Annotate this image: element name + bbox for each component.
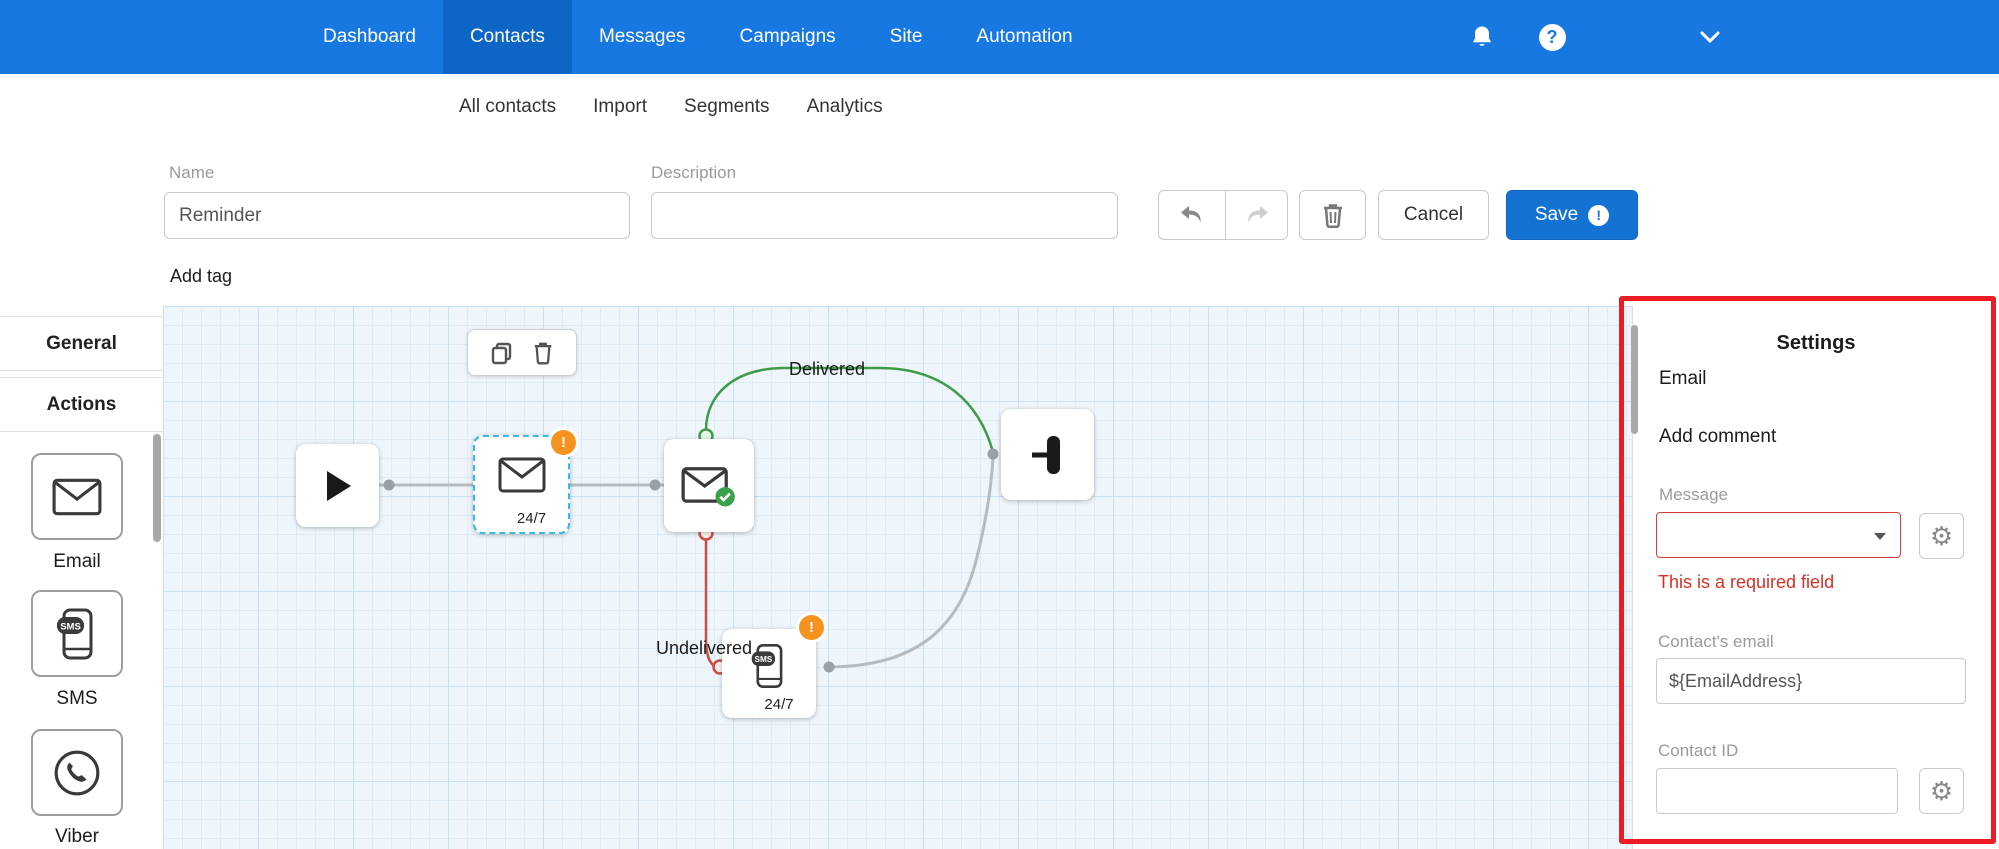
delivered-branch-label: Delivered xyxy=(789,359,866,379)
notifications-bell-icon[interactable] xyxy=(1462,0,1502,74)
trash-icon xyxy=(1323,204,1342,228)
redo-button[interactable] xyxy=(1225,190,1288,240)
nav-site[interactable]: Site xyxy=(863,0,950,74)
subnav-analytics[interactable]: Analytics xyxy=(807,96,883,118)
contact-id-label: Contact ID xyxy=(1658,741,1739,760)
name-label: Name xyxy=(169,163,215,182)
nav-dashboard[interactable]: Dashboard xyxy=(296,0,443,74)
add-tag-link[interactable]: Add tag xyxy=(170,266,232,287)
main-nav: Dashboard Contacts Messages Campaigns Si… xyxy=(296,0,1999,74)
gear-icon: ⚙ xyxy=(1929,776,1954,806)
nav-messages[interactable]: Messages xyxy=(572,0,713,74)
sms-icon: SMS xyxy=(751,643,783,688)
settings-panel: Settings Email Add comment Message ⚙ Thi… xyxy=(1631,306,1999,849)
palette-email-block[interactable] xyxy=(31,453,123,540)
palette-email-label: Email xyxy=(53,551,101,572)
palette-viber-label: Viber xyxy=(54,826,99,847)
settings-block-type-label: Email xyxy=(1659,368,1707,389)
start-node[interactable] xyxy=(296,444,379,527)
settings-title: Settings xyxy=(1776,332,1856,354)
app-root: Dashboard Contacts Messages Campaigns Si… xyxy=(0,0,1999,849)
node-toolbar xyxy=(467,329,577,376)
svg-text:SMS: SMS xyxy=(755,655,773,664)
email-icon xyxy=(498,457,545,492)
trash-icon xyxy=(534,342,552,365)
contact-email-label: Contact's email xyxy=(1658,632,1774,651)
contact-email-input[interactable] xyxy=(1656,658,1966,704)
copy-icon xyxy=(491,342,512,364)
chevron-down-icon xyxy=(1874,533,1886,540)
cancel-button[interactable]: Cancel xyxy=(1378,190,1489,240)
copy-node-button[interactable] xyxy=(490,341,514,365)
message-select[interactable] xyxy=(1656,512,1901,558)
sms-node-warning-badge-icon: ! xyxy=(799,615,824,640)
nav-contacts[interactable]: Contacts xyxy=(442,0,572,74)
flow-connections xyxy=(379,366,999,675)
message-required-error: This is a required field xyxy=(1658,572,1835,592)
palette-sms-label: SMS xyxy=(56,688,98,709)
email-node-schedule-label: 24/7 xyxy=(516,510,547,527)
save-button-label: Save xyxy=(1534,204,1579,225)
email-action-node[interactable]: 24/7 ! xyxy=(473,430,576,534)
palette-tab-general[interactable]: General xyxy=(0,316,163,371)
undo-icon xyxy=(1181,206,1201,223)
name-input[interactable] xyxy=(164,192,630,239)
subnav-segments[interactable]: Segments xyxy=(684,96,770,118)
blocks-palette: General Actions Email SMS SMS Viber xyxy=(0,306,163,849)
delete-node-button[interactable] xyxy=(532,340,554,365)
delete-flow-button[interactable] xyxy=(1299,190,1366,240)
undo-button[interactable] xyxy=(1158,190,1226,240)
gear-icon: ⚙ xyxy=(1929,521,1954,551)
subnav-import[interactable]: Import xyxy=(593,96,647,118)
end-flag-icon xyxy=(1031,435,1060,474)
email-status-node[interactable] xyxy=(664,439,754,532)
viber-icon xyxy=(54,750,100,795)
message-settings-button[interactable]: ⚙ xyxy=(1919,513,1964,559)
contact-id-settings-button[interactable]: ⚙ xyxy=(1919,768,1964,814)
svg-text:SMS: SMS xyxy=(60,621,81,632)
palette-scrollbar[interactable] xyxy=(153,434,161,542)
description-input[interactable] xyxy=(651,192,1118,239)
nav-automation[interactable]: Automation xyxy=(949,0,1099,74)
palette-viber-block[interactable] xyxy=(31,729,123,816)
end-node[interactable] xyxy=(1001,409,1094,500)
palette-tab-actions[interactable]: Actions xyxy=(0,377,163,432)
automation-flow-canvas[interactable]: 24/7 ! SMS 24/7 ! Delivered Undelivered xyxy=(163,306,1632,849)
user-menu-chevron-down-icon[interactable] xyxy=(1690,0,1730,74)
redo-icon xyxy=(1247,206,1268,223)
undelivered-branch-label: Undelivered xyxy=(656,638,753,658)
email-check-icon xyxy=(681,466,735,506)
top-navigation-bar: Dashboard Contacts Messages Campaigns Si… xyxy=(0,0,1999,74)
add-comment-link[interactable]: Add comment xyxy=(1659,426,1776,448)
message-label: Message xyxy=(1659,485,1728,504)
description-label: Description xyxy=(651,163,737,182)
contact-id-input[interactable] xyxy=(1656,768,1898,814)
save-warning-badge-icon: ! xyxy=(1588,204,1610,226)
nav-campaigns[interactable]: Campaigns xyxy=(713,0,863,74)
save-button[interactable]: Save ! xyxy=(1506,190,1638,240)
subnav-all-contacts[interactable]: All contacts xyxy=(459,96,556,118)
contacts-subnav: All contacts Import Segments Analytics xyxy=(0,74,1999,140)
sms-node-schedule-label: 24/7 xyxy=(764,696,794,713)
sms-icon: SMS xyxy=(57,608,93,659)
email-icon xyxy=(52,478,102,515)
play-icon xyxy=(326,470,351,501)
help-icon[interactable]: ? xyxy=(1532,0,1572,74)
email-node-warning-badge-icon: ! xyxy=(551,430,576,455)
palette-sms-block[interactable]: SMS xyxy=(31,590,123,677)
